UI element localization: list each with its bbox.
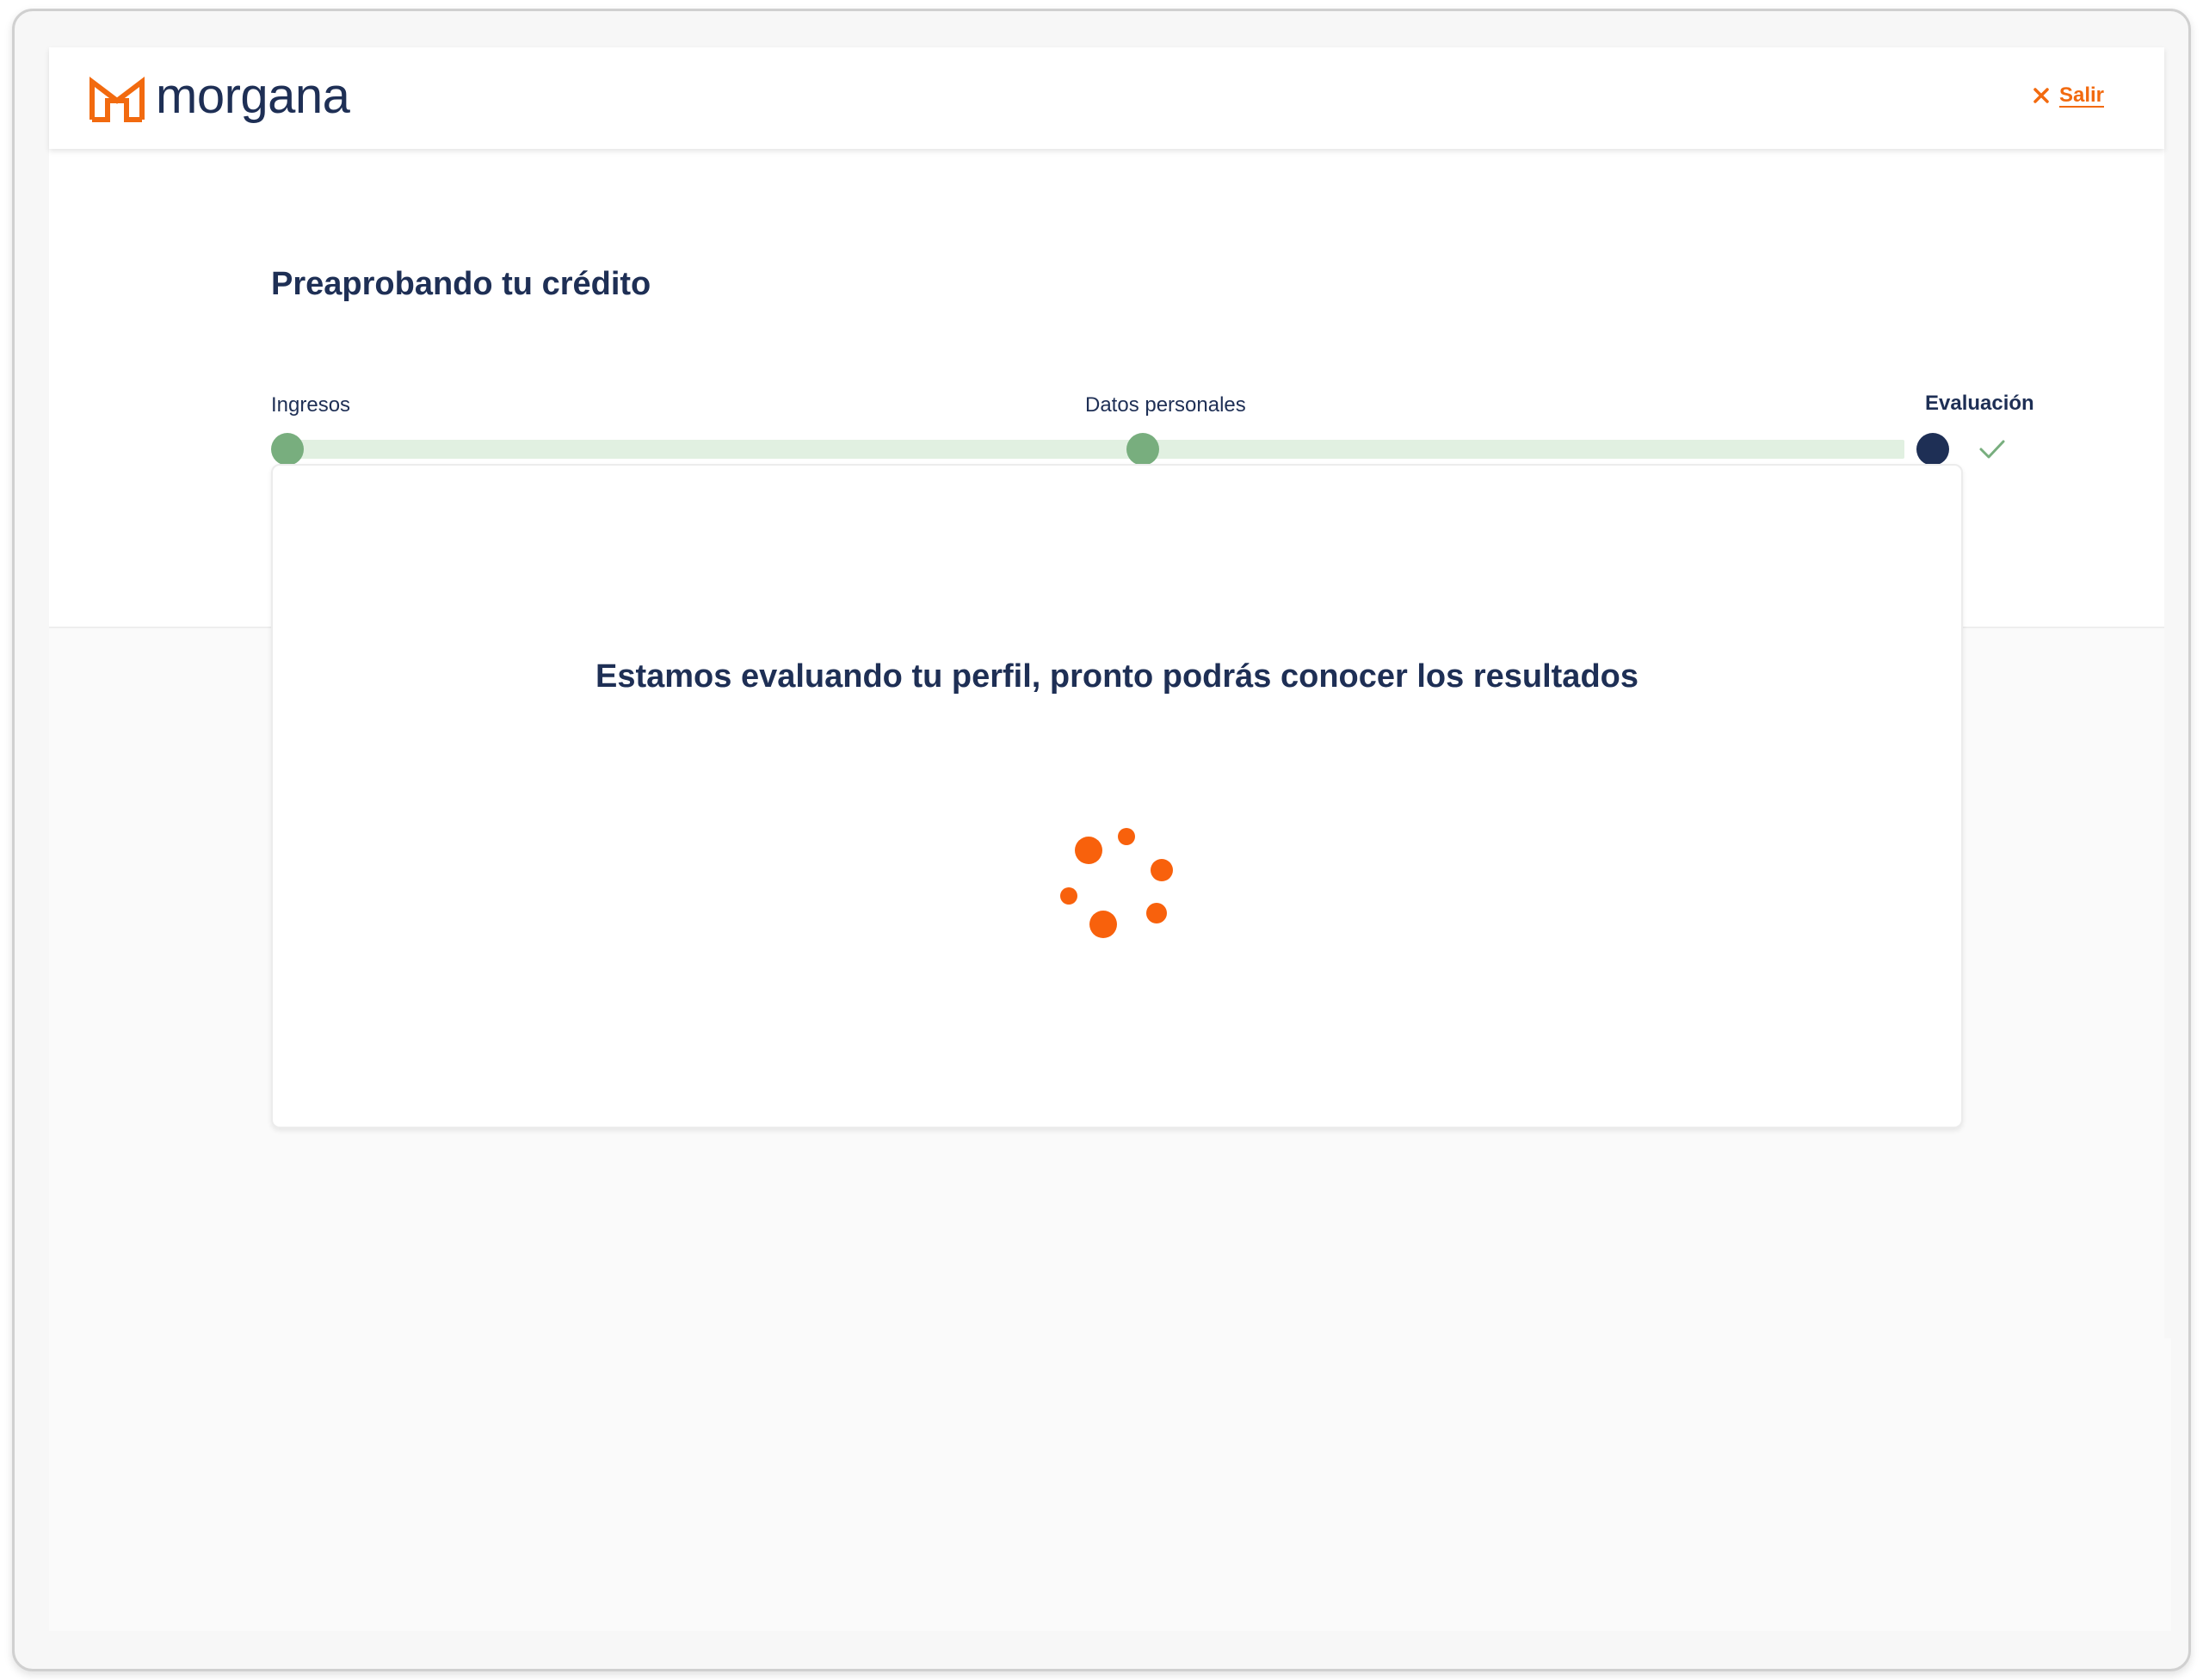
evaluation-card: Estamos evaluando tu perfil, pronto podr…: [271, 464, 1963, 1128]
page-title: Preaprobando tu crédito: [271, 266, 651, 302]
progress-track: [287, 440, 1904, 459]
spinner-dot: [1089, 911, 1117, 938]
exit-label[interactable]: Salir: [2059, 83, 2104, 108]
step-dot-evaluacion: [1916, 433, 1949, 466]
step-dot-ingresos: [271, 433, 304, 466]
close-icon: [2033, 88, 2049, 103]
check-icon: [1979, 440, 2005, 459]
loading-spinner-icon: [1037, 814, 1175, 952]
progress-stepper: Ingresos Datos personales Evaluación: [271, 349, 2035, 466]
step-label-datos-personales: Datos personales: [1085, 393, 1246, 417]
spinner-dot: [1146, 903, 1167, 923]
step-label-ingresos: Ingresos: [271, 393, 351, 417]
spinner-dot: [1151, 859, 1173, 881]
spinner-dot: [1060, 887, 1077, 905]
content-bottom-area: [49, 1338, 2171, 1631]
step-label-evaluacion: Evaluación: [1925, 392, 2034, 415]
brand-logo[interactable]: morgana: [89, 68, 350, 125]
step-dot-datos-personales: [1126, 433, 1159, 466]
spinner-dot: [1118, 828, 1135, 845]
house-logo-icon: [89, 76, 145, 122]
browser-frame: morgana Salir Preaprobando tu crédito In…: [12, 9, 2191, 1671]
app-viewport: morgana Salir Preaprobando tu crédito In…: [49, 47, 2171, 1631]
brand-name: morgana: [156, 68, 350, 124]
evaluation-message: Estamos evaluando tu perfil, pronto podr…: [595, 658, 1638, 695]
spinner-dot: [1075, 837, 1102, 864]
exit-button[interactable]: Salir: [2032, 83, 2104, 108]
top-header: morgana Salir: [49, 47, 2164, 149]
